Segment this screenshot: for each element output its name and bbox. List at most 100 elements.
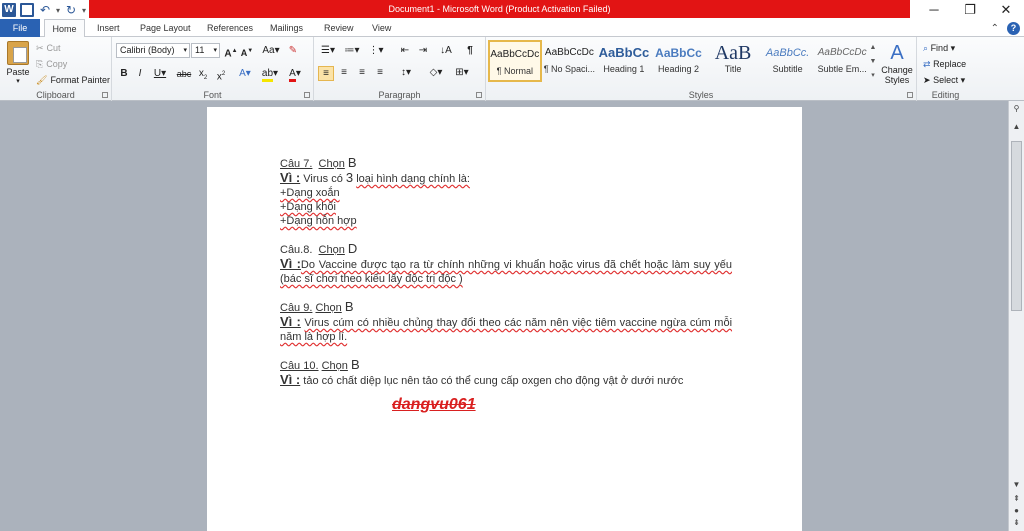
font-size-select[interactable]: 11 ▾	[191, 43, 220, 58]
italic-button[interactable]: I	[134, 67, 146, 82]
align-center-button[interactable]: ≡	[336, 66, 352, 81]
superscript-button[interactable]: x2	[214, 67, 228, 82]
numbering-icon[interactable]: ≔▾	[342, 44, 362, 59]
style-subtitle[interactable]: AaBbCc. Subtitle	[761, 40, 815, 82]
scroll-up-icon[interactable]: ▲	[1011, 121, 1022, 132]
change-case-icon[interactable]: Aa▾	[262, 44, 280, 59]
help-icon[interactable]: ?	[1007, 21, 1020, 35]
reason-label: Vì :	[280, 372, 301, 387]
justify-button[interactable]: ≡	[372, 66, 388, 81]
scroll-down-icon[interactable]: ▼	[1011, 479, 1022, 490]
text-effects-icon[interactable]: A▾	[236, 67, 254, 82]
tab-insert[interactable]: Insert	[91, 19, 126, 37]
line-spacing-icon[interactable]: ↕▾	[396, 66, 416, 81]
select-label: Select	[933, 75, 959, 85]
style-subtle-emphasis[interactable]: AaBbCcDc Subtle Em...	[815, 40, 869, 82]
answer-letter: D	[347, 241, 358, 256]
underline-button[interactable]: U▾	[152, 67, 168, 82]
shrink-font-icon[interactable]: A▼	[240, 44, 254, 59]
shading-icon[interactable]: ◇▾	[426, 66, 446, 81]
chevron-down-icon: ▾	[183, 47, 187, 54]
tab-references[interactable]: References	[201, 19, 259, 37]
replace-button[interactable]: ⇄ Replace	[923, 56, 966, 72]
copy-button[interactable]: ⎘ Copy	[36, 56, 110, 72]
binoculars-icon: ⌕	[923, 43, 929, 53]
scrollbar-thumb[interactable]	[1011, 141, 1022, 311]
sort-icon[interactable]: ↓A	[438, 44, 454, 59]
decrease-indent-icon[interactable]: ⇤	[398, 44, 412, 59]
select-button[interactable]: ➤ Select ▾	[923, 72, 966, 88]
previous-page-icon[interactable]: ⇞	[1011, 493, 1022, 504]
minimize-button[interactable]: ─	[916, 0, 952, 20]
style-name: Heading 2	[657, 64, 700, 74]
undo-icon[interactable]: ↶	[38, 3, 52, 17]
borders-icon[interactable]: ⊞▾	[452, 66, 472, 81]
bullets-icon[interactable]: ☰▾	[318, 44, 338, 59]
chon-label: Chọn	[318, 244, 345, 256]
paste-button[interactable]: Paste ▾	[4, 41, 32, 85]
font-family-value: Calibri (Body)	[120, 45, 175, 55]
author-watermark: dangvu061	[392, 396, 476, 413]
style-normal[interactable]: AaBbCcDc ¶ Normal	[488, 40, 542, 82]
clear-formatting-icon[interactable]: ✎	[286, 44, 300, 59]
style-heading-2[interactable]: AaBbCc Heading 2	[652, 40, 706, 82]
font-color-icon[interactable]: A▾	[286, 67, 304, 82]
multilevel-list-icon[interactable]: ⋮▾	[366, 44, 386, 59]
clipboard-launcher-icon[interactable]	[102, 92, 108, 98]
tab-page-layout[interactable]: Page Layout	[134, 19, 197, 37]
style-heading-1[interactable]: AaBbCc Heading 1	[597, 40, 651, 82]
redo-icon[interactable]: ↻	[64, 3, 78, 17]
cut-button[interactable]: ✂ Cut	[36, 40, 110, 56]
subscript-button[interactable]: x2	[196, 67, 210, 82]
answer-letter: B	[350, 357, 360, 372]
minimize-ribbon-icon[interactable]: ⌃	[991, 23, 999, 34]
align-right-button[interactable]: ≡	[354, 66, 370, 81]
undo-dropdown-icon[interactable]: ▾	[56, 6, 60, 15]
reason-text: Do Vaccine được tạo ra từ chính những vi…	[280, 259, 732, 285]
style-preview: AaB	[714, 42, 752, 64]
style-title[interactable]: AaB Title	[706, 40, 760, 82]
styles-launcher-icon[interactable]	[907, 92, 913, 98]
style-no-spacing[interactable]: AaBbCcDc ¶ No Spaci...	[543, 40, 597, 82]
tab-view[interactable]: View	[366, 19, 397, 37]
bold-button[interactable]: B	[118, 67, 130, 82]
paragraph-launcher-icon[interactable]	[476, 92, 482, 98]
style-preview: AaBbCcDc	[544, 47, 594, 58]
style-name: Heading 1	[603, 64, 645, 74]
list-item: +Dạng khối	[280, 201, 336, 213]
close-button[interactable]: ✕	[988, 0, 1024, 20]
show-formatting-marks-icon[interactable]: ¶	[464, 44, 476, 59]
ruler-toggle-icon[interactable]: ⚲	[1011, 103, 1022, 114]
find-button[interactable]: ⌕ Find ▾	[923, 40, 966, 56]
strikethrough-button[interactable]: abc	[176, 67, 192, 82]
align-left-button[interactable]: ≡	[318, 66, 334, 81]
question-8-heading: Câu.8. Chọn D	[280, 242, 732, 257]
cut-label: Cut	[46, 43, 61, 53]
tab-home[interactable]: Home	[44, 19, 85, 38]
save-icon[interactable]	[20, 3, 34, 17]
font-family-select[interactable]: Calibri (Body) ▾	[116, 43, 190, 58]
replace-label: Replace	[933, 59, 967, 69]
clipboard-group: Paste ▾ ✂ Cut ⎘ Copy 🖌 Format Painter Clipb…	[0, 37, 112, 101]
change-styles-button[interactable]: A Change Styles	[880, 41, 914, 85]
tab-file[interactable]: File	[0, 19, 40, 37]
restore-button[interactable]: ❐	[952, 0, 988, 20]
document-body[interactable]: Câu 7. Chọn B Vì : Virus có 3 loại hình …	[280, 156, 732, 388]
vertical-scrollbar[interactable]: ⚲ ▲ ▼ ⇞ ● ⇟	[1008, 101, 1024, 531]
increase-indent-icon[interactable]: ⇥	[416, 44, 430, 59]
tab-review[interactable]: Review	[318, 19, 360, 37]
style-preview: AaBbCc	[655, 46, 702, 60]
highlight-icon[interactable]: ab▾	[260, 67, 280, 82]
format-painter-button[interactable]: 🖌 Format Painter	[36, 72, 110, 88]
next-page-icon[interactable]: ⇟	[1011, 517, 1022, 528]
brush-icon: 🖌	[36, 75, 48, 85]
grow-font-icon[interactable]: A▲	[224, 44, 238, 59]
tab-mailings[interactable]: Mailings	[264, 19, 309, 37]
window-title: Document1 - Microsoft Word (Product Acti…	[89, 0, 910, 18]
word-logo-icon[interactable]: W	[2, 3, 16, 17]
style-name: ¶ No Spaci...	[543, 64, 596, 74]
styles-scroll[interactable]: ▲ ▼ ▾	[868, 41, 878, 83]
browse-object-icon[interactable]: ●	[1011, 505, 1022, 516]
customize-toolbar-icon[interactable]: ▾	[82, 6, 86, 15]
font-launcher-icon[interactable]	[304, 92, 310, 98]
